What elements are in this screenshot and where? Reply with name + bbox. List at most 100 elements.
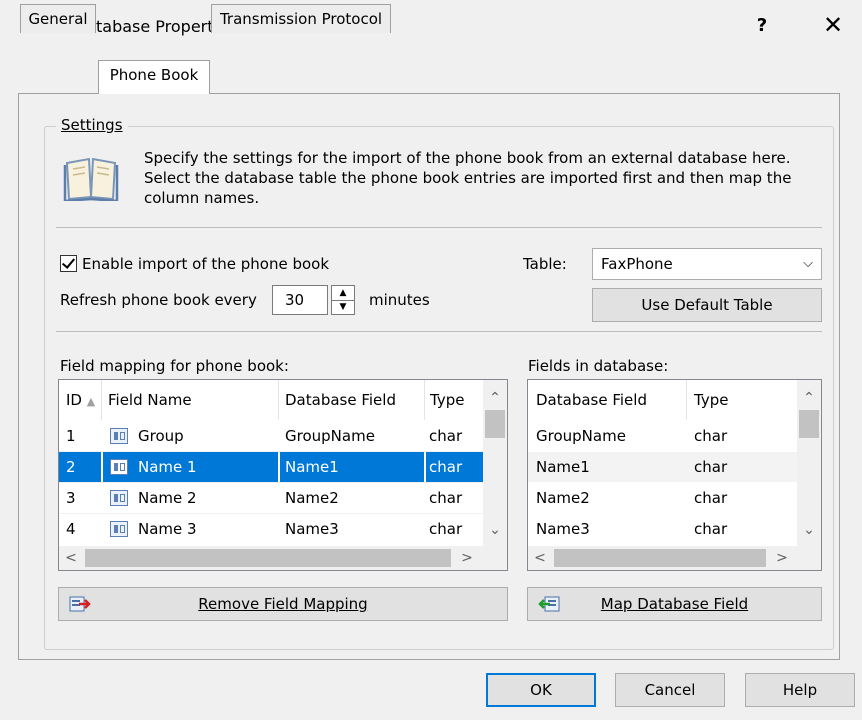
settings-group-title: Settings [56,116,128,134]
tab-transmission-protocol[interactable]: Transmission Protocol [211,4,391,33]
table-row-selected[interactable]: 2 Name 1 Name1 char [59,452,483,482]
db-field-name: Name1 [536,458,590,476]
table-row[interactable]: 4 Name 3 Name3 char [59,514,483,544]
db-field-name: Name2 [536,489,590,507]
map-field-icon [538,596,560,612]
scroll-down-icon[interactable]: ⌄ [797,518,821,542]
db-field-name: Name3 [536,520,590,538]
column-header-id[interactable]: ID ▲ [66,380,95,420]
row-id: 2 [66,458,76,476]
scroll-thumb[interactable] [85,549,451,567]
db-field-type: char [694,458,728,476]
column-header-database-field[interactable]: Database Field [536,380,647,420]
sort-asc-icon: ▲ [86,395,96,408]
column-separator[interactable] [278,380,279,420]
row-database-field: Name1 [285,458,339,476]
row-id: 3 [66,489,76,507]
scroll-up-icon[interactable]: ⌃ [797,386,821,410]
scroll-left-icon[interactable]: < [528,546,552,570]
table-row[interactable]: 1 Group GroupName char [59,421,483,451]
vertical-scrollbar[interactable]: ⌃ ⌄ [483,380,507,546]
vertical-scrollbar[interactable]: ⌃ ⌄ [797,380,821,546]
row-type: char [429,458,463,476]
column-separator[interactable] [686,380,687,420]
db-fields-label: Fields in database: [528,357,669,375]
tab-phone-book[interactable]: Phone Book [98,60,210,94]
chevron-down-icon: ⌵ [803,256,813,271]
help-question-button[interactable]: ? [750,12,774,40]
settings-description: Specify the settings for the import of t… [144,149,792,207]
list-item[interactable]: Name3 char [528,514,797,544]
column-header-type[interactable]: Type [430,380,464,420]
help-button[interactable]: Help [745,673,855,707]
enable-import-label: Enable import of the phone book [82,255,330,273]
scroll-thumb[interactable] [554,549,766,567]
row-field-name: Name 1 [138,458,197,476]
row-id: 1 [66,427,76,445]
mapping-list-header: ID ▲ Field Name Database Field Type [59,380,507,420]
scroll-down-icon[interactable]: ⌄ [483,518,507,542]
remove-field-mapping-label: Remove Field Mapping [198,595,368,613]
row-database-field: GroupName [285,427,375,445]
row-database-field: Name2 [285,489,339,507]
cancel-button[interactable]: Cancel [615,673,725,707]
scroll-right-icon[interactable]: > [770,546,794,570]
row-field-name: Name 2 [138,489,197,507]
divider [56,331,822,332]
ok-button[interactable]: OK [486,673,596,707]
refresh-unit-label: minutes [369,291,430,309]
refresh-interval-input[interactable]: 30 [272,285,328,315]
list-item[interactable]: Name2 char [528,483,797,513]
row-type: char [429,489,463,507]
row-type: char [429,427,463,445]
enable-import-checkbox[interactable] [60,255,77,272]
mapping-label: Field mapping for phone book: [60,357,289,375]
list-item[interactable]: Name1 char [528,452,797,482]
scroll-thumb[interactable] [485,410,505,438]
book-icon [63,157,119,201]
table-row[interactable]: 3 Name 2 Name2 char [59,483,483,513]
row-field-name: Group [138,427,184,445]
column-header-database-field[interactable]: Database Field [285,380,396,420]
mapping-list[interactable]: ID ▲ Field Name Database Field Type 1 Gr… [58,379,508,571]
spin-down-icon[interactable]: ▼ [332,300,354,314]
scroll-right-icon[interactable]: > [455,546,479,570]
horizontal-scrollbar[interactable]: < > [59,546,507,570]
column-separator[interactable] [101,380,102,420]
refresh-spinner[interactable]: ▲ ▼ [331,285,355,315]
db-fields-list[interactable]: Database Field Type GroupName char Name1… [527,379,822,571]
scroll-up-icon[interactable]: ⌃ [483,386,507,410]
db-field-type: char [694,520,728,538]
list-item[interactable]: GroupName char [528,421,797,451]
row-field-name: Name 3 [138,520,197,538]
row-id: 4 [66,520,76,538]
field-icon [110,428,128,444]
spin-up-icon[interactable]: ▲ [332,286,354,301]
db-field-type: char [694,427,728,445]
column-header-field-name[interactable]: Field Name [108,380,192,420]
db-fields-list-header: Database Field Type [528,380,821,420]
horizontal-scrollbar[interactable]: < > [528,546,821,570]
remove-mapping-icon [69,596,91,612]
map-database-field-label: Map Database Field [600,595,749,613]
use-default-table-button[interactable]: Use Default Table [592,288,822,322]
refresh-label: Refresh phone book every [60,291,257,309]
row-database-field: Name3 [285,520,339,538]
field-icon [110,459,128,475]
close-button[interactable]: ✕ [818,10,848,40]
db-field-type: char [694,489,728,507]
remove-field-mapping-button[interactable]: Remove Field Mapping [58,587,508,621]
db-field-name: GroupName [536,427,626,445]
table-select[interactable]: FaxPhone ⌵ [592,248,822,280]
tab-general[interactable]: General [20,4,96,33]
scroll-thumb[interactable] [799,410,819,438]
divider [56,227,822,228]
table-label: Table: [523,255,567,273]
map-database-field-button[interactable]: Map Database Field [527,587,822,621]
scroll-left-icon[interactable]: < [59,546,83,570]
row-type: char [429,520,463,538]
table-select-value: FaxPhone [601,255,673,273]
field-icon [110,490,128,506]
column-header-type[interactable]: Type [694,380,728,420]
column-separator[interactable] [424,380,425,420]
